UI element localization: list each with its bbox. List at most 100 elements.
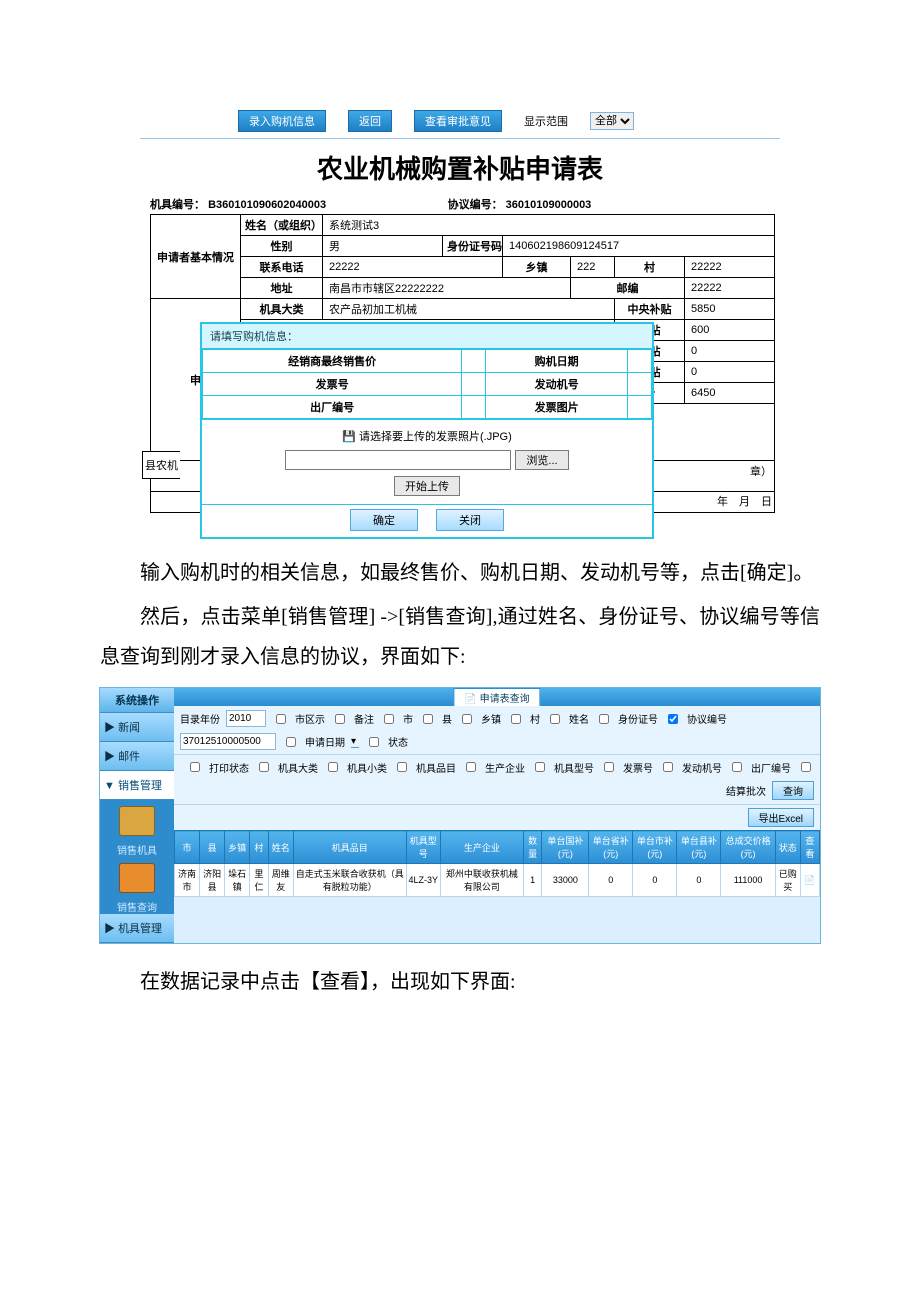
purchase-info-popup: 请填写购机信息： 经销商最终销售价 购机日期 发票号 发动机号 出厂编号	[200, 322, 654, 539]
doc-paragraph-2: 然后，点击菜单[销售管理] ->[销售查询],通过姓名、身份证号、协议编号等信息…	[100, 597, 820, 677]
page-title: 农业机械购置补贴申请表	[140, 149, 780, 186]
chk-agreement[interactable]	[668, 714, 678, 724]
address-label: 地址	[241, 278, 323, 299]
back-button[interactable]: 返回	[348, 110, 392, 132]
machine-cat-label: 机具大类	[241, 299, 323, 320]
chk-county[interactable]	[423, 714, 433, 724]
purchase-date-input[interactable]	[627, 350, 651, 373]
confirm-button[interactable]: 确定	[350, 509, 418, 531]
township-label: 乡镇	[503, 257, 571, 278]
gender-label: 性别	[241, 236, 323, 257]
sidebar-header: 系统操作	[100, 688, 174, 713]
post-value: 22222	[685, 278, 775, 299]
chk-item[interactable]	[397, 762, 407, 772]
chk-model[interactable]	[535, 762, 545, 772]
subsidy-central-label: 中央补贴	[615, 299, 685, 320]
village-label: 村	[615, 257, 685, 278]
chk-smallcat[interactable]	[328, 762, 338, 772]
name-value: 系统测试3	[323, 215, 775, 236]
book-icon[interactable]	[119, 806, 155, 836]
chk-village[interactable]	[511, 714, 521, 724]
query-grid-screenshot: 系统操作 ▶ 新闻 ▶ 邮件 ▼ 销售管理 销售机具 销售查询 ▶ 机具管理 📄…	[99, 687, 821, 944]
chk-city[interactable]	[384, 714, 394, 724]
chk-print[interactable]	[190, 762, 200, 772]
chk-applydate[interactable]	[286, 737, 296, 747]
start-upload-button[interactable]: 开始上传	[394, 476, 460, 496]
browse-button[interactable]: 浏览...	[515, 450, 568, 470]
chk-company[interactable]	[466, 762, 476, 772]
agreement-no-label: 协议编号：	[448, 199, 503, 211]
review-button[interactable]: 查看审批意见	[414, 110, 502, 132]
chk-cityadm[interactable]	[276, 714, 286, 724]
invoice-no-input[interactable]	[462, 373, 486, 396]
idcard-value: 140602198609124517	[503, 236, 775, 257]
sidebar-item-news[interactable]: ▶ 新闻	[100, 713, 174, 742]
year-input[interactable]	[226, 710, 266, 727]
subsidy-central-value: 5850	[685, 299, 775, 320]
year-label: 目录年份	[180, 711, 220, 726]
chk-remark[interactable]	[335, 714, 345, 724]
final-price-label: 经销商最终销售价	[203, 350, 462, 373]
seal-text: 章）	[750, 463, 772, 479]
grid-title-bar: 📄 申请表查询	[174, 688, 820, 706]
chk-name[interactable]	[550, 714, 560, 724]
chk-bigcat[interactable]	[259, 762, 269, 772]
invoice-no-label: 发票号	[203, 373, 462, 396]
blank-area	[174, 897, 820, 943]
post-label: 邮编	[571, 278, 685, 299]
engine-no-input[interactable]	[627, 373, 651, 396]
save-icon: 💾	[342, 431, 356, 443]
chk-township[interactable]	[462, 714, 472, 724]
township-value: 222	[571, 257, 615, 278]
doc-paragraph-1: 输入购机时的相关信息，如最终售价、购机日期、发动机号等，点击[确定]。	[100, 553, 820, 593]
divider	[140, 138, 780, 139]
subsidy3-value: 0	[685, 341, 775, 362]
chk-batch[interactable]	[801, 762, 811, 772]
sidebar: 系统操作 ▶ 新闻 ▶ 邮件 ▼ 销售管理 销售机具 销售查询 ▶ 机具管理	[100, 688, 174, 943]
chk-engine[interactable]	[663, 762, 673, 772]
sidebar-item-mail[interactable]: ▶ 邮件	[100, 742, 174, 771]
agreement-input[interactable]	[180, 733, 276, 750]
chk-factory[interactable]	[732, 762, 742, 772]
machine-no-label: 机具编号：	[150, 199, 205, 211]
address-value: 南昌市市辖区22222222	[323, 278, 571, 299]
applicant-section-label: 申请者基本情况	[151, 215, 241, 299]
chk-invoice[interactable]	[604, 762, 614, 772]
county-label: 县农机	[142, 451, 180, 479]
result-table: 市县 乡镇村 姓名机具品目 机具型号生产企业 数量单台国补(元) 单台省补(元)…	[174, 830, 820, 897]
machine-cat-value: 农产品初加工机械	[323, 299, 615, 320]
factory-no-label: 出厂编号	[203, 396, 462, 419]
chk-status[interactable]	[369, 737, 379, 747]
popup-header: 请填写购机信息：	[202, 324, 652, 349]
search-icon[interactable]	[119, 863, 155, 893]
name-label: 姓名（或组织）	[241, 215, 323, 236]
phone-value: 22222	[323, 257, 503, 278]
upload-hint: 请选择要上传的发票照片(.JPG)	[359, 431, 512, 443]
phone-label: 联系电话	[241, 257, 323, 278]
purchase-date-label: 购机日期	[486, 350, 628, 373]
subsidy2-value: 600	[685, 320, 775, 341]
sidebar-item-machines[interactable]: ▶ 机具管理	[100, 914, 174, 943]
village-value: 22222	[685, 257, 775, 278]
scope-select[interactable]: 全部	[590, 112, 634, 130]
chk-idcard[interactable]	[599, 714, 609, 724]
input-purchase-button[interactable]: 录入购机信息	[238, 110, 326, 132]
query-tab[interactable]: 📄 申请表查询	[453, 688, 540, 706]
sidebar-item-sales[interactable]: ▼ 销售管理	[100, 771, 174, 800]
subsidy-subtotal-value: 6450	[685, 383, 775, 404]
filter-row-2: 打印状态 机具大类 机具小类 机具品目 生产企业 机具型号 发票号 发动机号 出…	[174, 755, 820, 805]
gender-value: 男	[323, 236, 443, 257]
final-price-input[interactable]	[462, 350, 486, 373]
engine-no-label: 发动机号	[486, 373, 628, 396]
upload-path-input[interactable]	[285, 450, 511, 470]
idcard-label: 身份证号码	[443, 236, 503, 257]
view-row-button[interactable]: 📄	[800, 864, 819, 897]
factory-no-input[interactable]	[462, 396, 486, 419]
export-excel-button[interactable]: 导出Excel	[748, 808, 814, 827]
table-row[interactable]: 济南市济阳县 垛石镇里仁 周维友自走式玉米联合收获机（具有脱粒功能） 4LZ-3…	[175, 864, 820, 897]
query-button[interactable]: 查询	[772, 781, 814, 800]
table-header-row: 市县 乡镇村 姓名机具品目 机具型号生产企业 数量单台国补(元) 单台省补(元)…	[175, 831, 820, 864]
close-button[interactable]: 关闭	[436, 509, 504, 531]
doc-paragraph-3: 在数据记录中点击【查看】，出现如下界面:	[100, 962, 820, 1002]
scope-label: 显示范围	[524, 113, 568, 129]
